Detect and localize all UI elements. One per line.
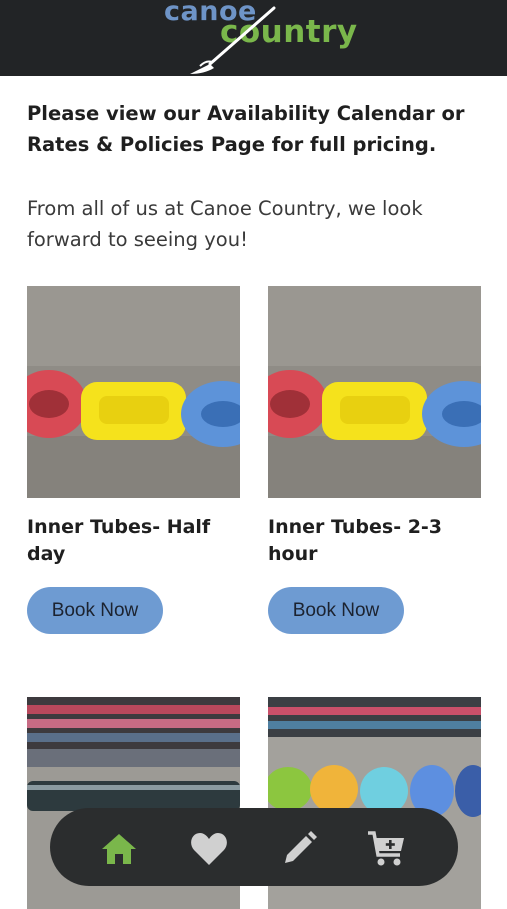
pricing-note: Please view our Availability Calendar or… [27,102,465,156]
inner-tubes-image[interactable] [268,286,481,498]
home-icon[interactable] [99,829,139,869]
bottom-nav-bar [50,808,458,886]
heart-icon[interactable] [189,829,229,869]
paddle-icon [190,6,276,74]
cart-plus-icon[interactable] [366,829,406,869]
inner-tubes-photo [268,286,481,498]
canoe-country-logo[interactable]: canoe country [160,0,357,76]
pencil-icon[interactable] [279,829,319,869]
welcome-text: From all of us at Canoe Country, we look… [27,197,423,251]
header: canoe country [0,0,507,76]
product-title[interactable]: Inner Tubes- 2-3 hour [268,514,481,568]
book-now-button[interactable]: Book Now [268,587,404,634]
inner-tubes-image[interactable] [27,286,240,498]
product-title[interactable]: Inner Tubes- Half day [27,514,240,568]
book-now-button[interactable]: Book Now [27,587,163,634]
inner-tubes-photo [27,286,240,498]
